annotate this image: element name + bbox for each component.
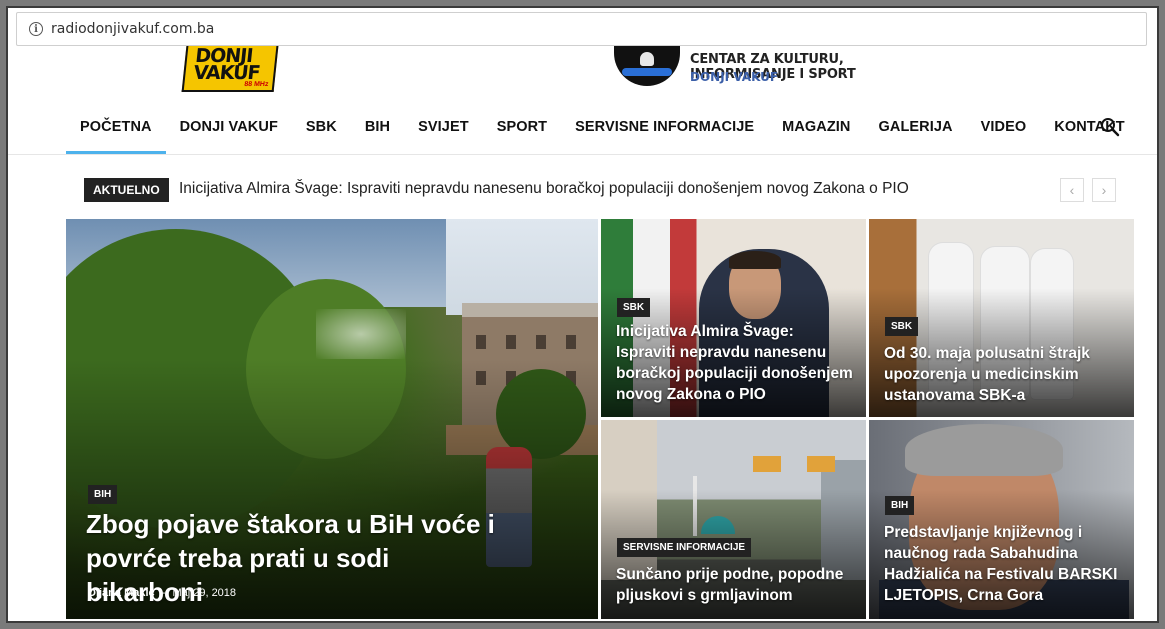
logo-line2: VAKUF xyxy=(192,62,261,84)
category-badge[interactable]: SBK xyxy=(885,317,919,336)
search-icon[interactable] xyxy=(1100,117,1120,137)
nav-item-sbk[interactable]: SBK xyxy=(292,100,351,154)
article-title[interactable]: Predstavljanje književnog i naučnog rada… xyxy=(884,522,1124,606)
nav-item-magazin[interactable]: MAGAZIN xyxy=(768,100,864,154)
browser-frame: i radiodonjivakuf.com.ba DONJI VAKUF 88 … xyxy=(6,6,1159,623)
article-title[interactable]: Inicijativa Almira Švage: Ispraviti nepr… xyxy=(616,321,856,405)
featured-article[interactable]: BIH Zbog pojave štakora u BiH voće i pov… xyxy=(66,219,598,619)
article-title[interactable]: Od 30. maja polusatni štrajk upozorenja … xyxy=(884,343,1124,406)
address-bar[interactable]: i radiodonjivakuf.com.ba xyxy=(16,12,1147,46)
category-badge[interactable]: BIH xyxy=(885,496,915,515)
article-tile-bih[interactable]: BIH Predstavljanje književnog i naučnog … xyxy=(869,420,1134,619)
lily-icon xyxy=(640,52,654,66)
info-icon[interactable]: i xyxy=(29,22,43,36)
nav-item-sport[interactable]: SPORT xyxy=(483,100,561,154)
nav-item-video[interactable]: VIDEO xyxy=(967,100,1041,154)
article-tile-sbk-2[interactable]: SBK Od 30. maja polusatni štrajk upozore… xyxy=(869,219,1134,417)
category-badge[interactable]: BIH xyxy=(88,485,118,504)
ticker-prev-button[interactable]: ‹ xyxy=(1060,178,1084,202)
article-meta: Dijana Makić - Maj 29, 2018 xyxy=(88,587,236,599)
emblem-icon xyxy=(614,46,680,86)
radio-logo[interactable]: DONJI VAKUF 88 MHz xyxy=(181,45,279,92)
main-nav: POČETNA DONJI VAKUF SBK BIH SVIJET SPORT… xyxy=(66,100,1146,154)
article-tile-sbk-1[interactable]: SBK Inicijativa Almira Švage: Ispraviti … xyxy=(601,219,866,417)
ticker-headline[interactable]: Inicijativa Almira Švage: Ispraviti nepr… xyxy=(179,180,909,198)
web-page: DONJI VAKUF 88 MHz CENTAR ZA KULTURU, IN… xyxy=(8,45,1157,621)
nav-divider xyxy=(8,154,1157,155)
centre-logo[interactable]: CENTAR ZA KULTURU, INFORMISANJE I SPORT … xyxy=(614,46,934,88)
nav-item-donji-vakuf[interactable]: DONJI VAKUF xyxy=(166,100,292,154)
nav-item-bih[interactable]: BIH xyxy=(351,100,404,154)
chevron-right-icon: › xyxy=(1101,182,1107,198)
nav-item-svijet[interactable]: SVIJET xyxy=(404,100,483,154)
category-badge[interactable]: SERVISNE INFORMACIJE xyxy=(617,538,752,557)
ticker-badge: AKTUELNO xyxy=(84,178,169,202)
article-author[interactable]: Dijana Makić xyxy=(88,587,155,599)
logo-frequency: 88 MHz xyxy=(243,81,269,88)
nav-item-servisne-informacije[interactable]: SERVISNE INFORMACIJE xyxy=(561,100,768,154)
meta-separator: - xyxy=(161,587,166,599)
article-title[interactable]: Sunčano prije podne, popodne pljuskovi s… xyxy=(616,564,856,606)
url-text[interactable]: radiodonjivakuf.com.ba xyxy=(51,21,214,37)
nav-item-galerija[interactable]: GALERIJA xyxy=(865,100,967,154)
centre-town: DONJI VAKUF xyxy=(690,70,779,84)
nav-item-kontakt[interactable]: KONTAKT xyxy=(1040,100,1139,154)
nav-item-pocetna[interactable]: POČETNA xyxy=(66,100,166,154)
category-badge[interactable]: SBK xyxy=(617,298,651,317)
article-tile-servisne[interactable]: SERVISNE INFORMACIJE Sunčano prije podne… xyxy=(601,420,866,619)
ticker-next-button[interactable]: › xyxy=(1092,178,1116,202)
radio-logo-text: DONJI VAKUF xyxy=(192,45,262,84)
article-date: Maj 29, 2018 xyxy=(172,587,237,599)
chevron-left-icon: ‹ xyxy=(1069,182,1075,198)
wave-icon xyxy=(622,68,672,76)
